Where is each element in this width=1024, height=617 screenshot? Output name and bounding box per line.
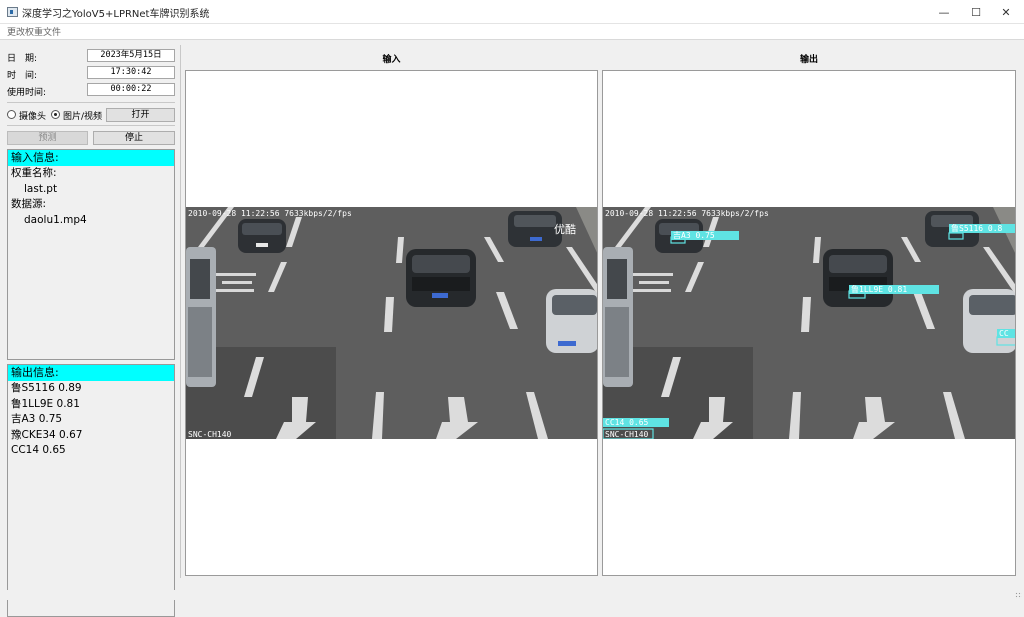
input-video-pane: 2010-09-28 11:22:56 7633kbps/2/fps SNC-C…: [185, 70, 598, 576]
osd-camera-id: SNC-CH140: [605, 430, 649, 439]
output-pane-title: 输出: [799, 55, 818, 65]
resize-grip-icon[interactable]: [1015, 592, 1022, 599]
divider: [7, 125, 175, 126]
time-label: 时 间:: [7, 71, 38, 81]
output-info-panel: 输出信息: 鲁S5116 0.89 鲁1LL9E 0.81 吉A3 0.75 豫…: [7, 364, 175, 617]
osd-timestamp: 2010-09-28 11:22:56 7633kbps/2/fps: [605, 209, 769, 218]
minimize-button[interactable]: —: [928, 0, 960, 24]
input-info-panel: 输入信息: 权重名称: last.pt 数据源: daolu1.mp4: [7, 149, 175, 360]
date-label: 日 期:: [7, 54, 38, 64]
output-video-frame: 吉A3 0.75 鲁1LL9E 0.81 鲁S5116 0.8 CC CC14 …: [603, 207, 1015, 439]
menu-change-weights[interactable]: 更改权重文件: [7, 25, 61, 38]
weight-name-label: 权重名称:: [11, 167, 57, 179]
radio-image-video-label: 图片/视频: [63, 112, 103, 122]
osd-timestamp: 2010-09-28 11:22:56 7633kbps/2/fps: [188, 209, 352, 218]
title-bar: 深度学习之YoloV5+LPRNet车牌识别系统 — ☐ ✕: [0, 0, 1024, 24]
input-pane-title: 输入: [382, 55, 401, 65]
result-line: 豫CKE34 0.67: [11, 428, 83, 441]
menu-bar: 更改权重文件: [0, 24, 1024, 40]
data-source-value: daolu1.mp4: [24, 213, 87, 226]
result-line: 鲁1LL9E 0.81: [11, 397, 80, 410]
radio-image-video[interactable]: [51, 110, 60, 119]
result-line: CC14 0.65: [11, 444, 66, 456]
result-line: 吉A3 0.75: [11, 413, 63, 425]
app-icon: [7, 7, 18, 17]
divider: [7, 102, 175, 103]
maximize-button[interactable]: ☐: [960, 0, 992, 24]
stop-button[interactable]: 停止: [93, 131, 175, 145]
output-video-pane: 吉A3 0.75 鲁1LL9E 0.81 鲁S5116 0.8 CC CC14 …: [602, 70, 1016, 576]
watermark: 优酷: [554, 223, 576, 236]
detection-label: 吉A3 0.75: [673, 231, 715, 240]
input-info-header: 输入信息:: [8, 150, 174, 166]
date-field: 2023年5月15日: [87, 49, 175, 62]
time-field: 17:30:42: [87, 66, 175, 79]
input-video-frame: 2010-09-28 11:22:56 7633kbps/2/fps SNC-C…: [186, 207, 597, 439]
detection-label: CC14 0.65: [605, 418, 649, 427]
predict-button[interactable]: 预测: [7, 131, 88, 145]
detection-label: 鲁1LL9E 0.81: [851, 284, 907, 294]
status-bar: [0, 590, 1024, 600]
result-line: 鲁S5116 0.89: [11, 382, 82, 394]
panel-divider: [180, 45, 181, 578]
radio-camera[interactable]: [7, 110, 16, 119]
osd-camera-id: SNC-CH140: [188, 430, 232, 439]
output-info-header: 输出信息:: [8, 365, 174, 381]
weight-name-value: last.pt: [24, 182, 58, 195]
open-button[interactable]: 打开: [106, 108, 175, 122]
data-source-label: 数据源:: [11, 198, 47, 210]
window-title: 深度学习之YoloV5+LPRNet车牌识别系统: [22, 9, 210, 20]
radio-camera-label: 摄像头: [19, 112, 47, 122]
detection-label: CC: [999, 329, 1009, 338]
detection-label: 鲁S5116 0.8: [951, 223, 1003, 233]
close-button[interactable]: ✕: [990, 0, 1022, 24]
usage-time-field: 00:00:22: [87, 83, 175, 96]
control-panel: 日 期: 2023年5月15日 时 间: 17:30:42 使用时间: 00:0…: [0, 41, 180, 617]
usage-time-label: 使用时间:: [7, 88, 47, 98]
